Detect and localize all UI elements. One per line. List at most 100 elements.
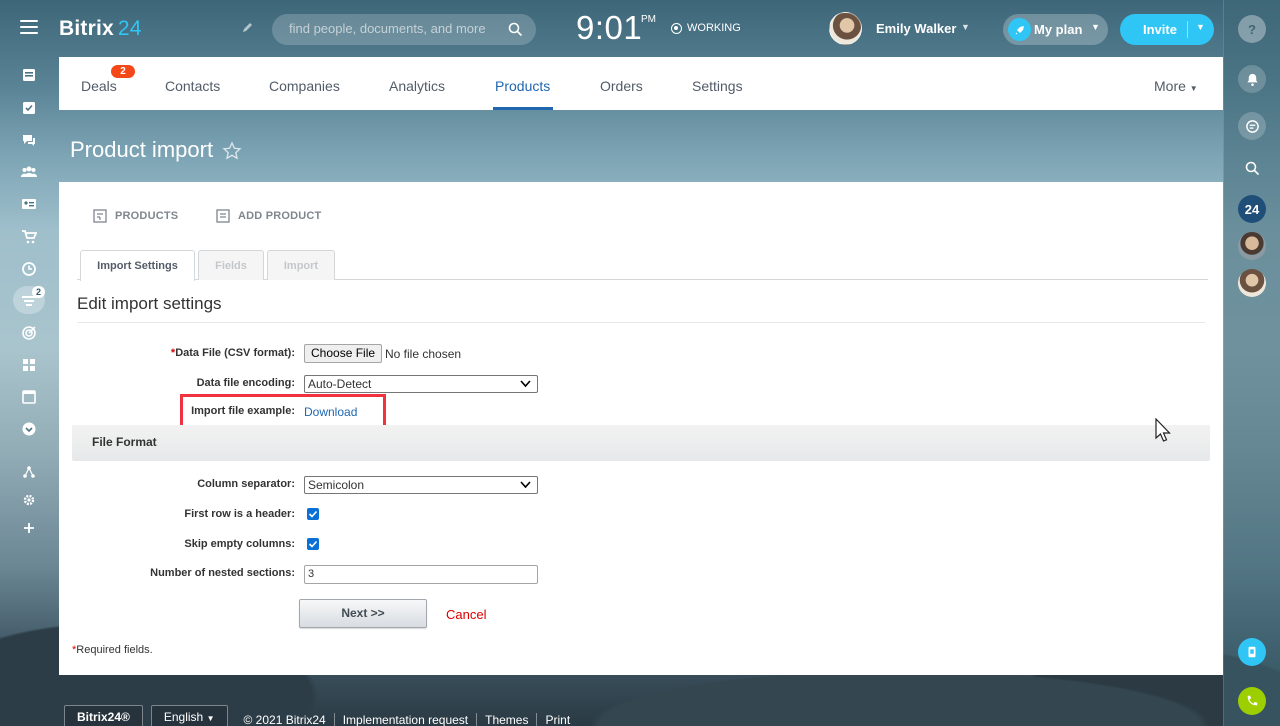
encoding-label: Data file encoding: — [196, 377, 295, 389]
products-link[interactable]: PRODUCTS — [93, 209, 178, 223]
separator-label: Column separator: — [197, 478, 295, 490]
required-note: *Required fields. — [72, 644, 153, 656]
contact-avatar[interactable] — [1238, 269, 1266, 297]
tab-deals[interactable]: Deals — [81, 78, 117, 94]
menu-icon[interactable] — [20, 20, 38, 36]
header-row-label: First row is a header: — [184, 508, 295, 520]
chevron-down-icon: ▼ — [1189, 84, 1198, 93]
right-sidebar: ? 24 — [1223, 0, 1280, 726]
active-tab-underline — [493, 107, 553, 110]
footer-link-implementation[interactable]: Implementation request — [335, 713, 478, 726]
tab-import[interactable]: Import — [267, 250, 335, 280]
page-title: Product import — [70, 137, 214, 162]
plus-icon[interactable] — [20, 519, 38, 537]
chevron-down-circle-icon[interactable] — [20, 420, 38, 438]
tab-contacts[interactable]: Contacts — [165, 78, 220, 94]
tasks-icon[interactable] — [20, 99, 38, 117]
nested-sections-label: Number of nested sections: — [150, 567, 295, 579]
search-box[interactable] — [272, 14, 536, 45]
search-icon[interactable] — [1238, 154, 1266, 182]
language-select[interactable]: English ▼ — [150, 705, 228, 726]
next-button[interactable]: Next >> — [299, 599, 427, 628]
help-icon[interactable]: ? — [1238, 15, 1266, 43]
chevron-down-icon[interactable]: ▼ — [1196, 22, 1205, 32]
user-name[interactable]: Emily Walker — [876, 21, 956, 36]
contact-card-icon[interactable] — [20, 195, 38, 213]
sitemap-icon[interactable] — [20, 463, 38, 481]
tab-analytics[interactable]: Analytics — [389, 78, 445, 94]
checkmark-icon — [308, 510, 318, 518]
bell-icon[interactable] — [1238, 65, 1266, 93]
chat-icon[interactable] — [20, 131, 38, 149]
tab-settings[interactable]: Settings — [692, 78, 743, 94]
window-icon[interactable] — [20, 388, 38, 406]
bitrix24-chat-icon[interactable]: 24 — [1238, 195, 1266, 223]
chevron-down-icon: ▼ — [206, 714, 215, 723]
gear-icon[interactable] — [20, 491, 38, 509]
products-list-icon — [93, 209, 107, 223]
employees-icon[interactable] — [20, 163, 38, 181]
clock-icon[interactable] — [20, 260, 38, 278]
invite-button[interactable]: Invite ▼ — [1120, 14, 1214, 45]
target-icon[interactable] — [20, 324, 38, 342]
bitrix24-logo[interactable]: Bitrix 24 — [59, 17, 142, 41]
cart-icon[interactable] — [20, 228, 38, 246]
sidebar-badge: 2 — [32, 286, 46, 298]
record-icon — [671, 22, 682, 34]
no-file-text: No file chosen — [385, 347, 462, 361]
choose-file-button[interactable]: Choose File — [304, 344, 383, 363]
contact-avatar[interactable] — [1238, 232, 1266, 260]
chevron-down-icon[interactable]: ▼ — [961, 22, 970, 32]
apps-grid-icon[interactable] — [20, 356, 38, 374]
annotation-highlight-box — [180, 394, 386, 428]
nested-sections-input[interactable]: 3 — [304, 565, 538, 584]
footer-logo[interactable]: Bitrix24® — [64, 705, 143, 726]
search-icon[interactable] — [508, 22, 523, 37]
tab-companies[interactable]: Companies — [269, 78, 340, 94]
rocket-icon — [1008, 18, 1031, 41]
star-icon[interactable] — [222, 141, 242, 161]
import-form-panel: PRODUCTS ADD PRODUCT Import Settings Fie… — [59, 182, 1223, 675]
file-format-header: File Format — [72, 425, 1210, 461]
chevron-down-icon — [520, 380, 531, 388]
work-status[interactable]: WORKING — [671, 22, 741, 34]
footer-copyright: © 2021 Bitrix24 — [236, 713, 335, 726]
add-product-link[interactable]: ADD PRODUCT — [216, 209, 321, 223]
left-sidebar: 2 — [0, 0, 59, 726]
deals-badge: 2 — [111, 65, 135, 78]
messenger-icon[interactable] — [1238, 112, 1266, 140]
clock-ampm: PM — [641, 14, 656, 25]
data-file-label: *Data File (CSV format): — [170, 347, 295, 359]
skip-empty-label: Skip empty columns: — [184, 538, 295, 550]
my-plan-button[interactable]: My plan ▼ — [1003, 14, 1108, 45]
mouse-cursor-icon — [1155, 418, 1171, 442]
import-steps-tabs: Import Settings Fields Import — [77, 250, 1208, 281]
tab-import-settings[interactable]: Import Settings — [80, 250, 195, 281]
divider — [77, 322, 1205, 323]
tab-orders[interactable]: Orders — [600, 78, 643, 94]
document-icon — [216, 209, 230, 223]
more-menu[interactable]: More ▼ — [1154, 78, 1198, 94]
checkmark-icon — [308, 540, 318, 548]
phone-transfer-icon[interactable] — [1238, 638, 1266, 666]
tab-fields[interactable]: Fields — [198, 250, 264, 280]
cancel-link[interactable]: Cancel — [446, 607, 486, 622]
pencil-icon[interactable] — [241, 22, 253, 34]
section-title: Edit import settings — [77, 294, 222, 313]
header-row-checkbox[interactable] — [307, 508, 319, 520]
user-avatar[interactable] — [829, 12, 862, 45]
footer-link-print[interactable]: Print — [537, 713, 578, 726]
crm-top-nav: Deals 2 Contacts Companies Analytics Pro… — [59, 57, 1223, 110]
chevron-down-icon: ▼ — [1091, 22, 1100, 32]
chevron-down-icon — [520, 481, 531, 489]
search-input[interactable] — [289, 21, 499, 36]
phone-icon[interactable] — [1238, 687, 1266, 715]
clock-time[interactable]: 9:01 — [576, 9, 642, 47]
separator-select[interactable]: Semicolon — [304, 476, 538, 494]
footer: Bitrix24® English ▼ © 2021 Bitrix24 Impl… — [64, 705, 578, 726]
encoding-select[interactable]: Auto-Detect — [304, 375, 538, 393]
feed-icon[interactable] — [20, 66, 38, 84]
footer-link-themes[interactable]: Themes — [477, 713, 538, 726]
skip-empty-checkbox[interactable] — [307, 538, 319, 550]
tab-products[interactable]: Products — [495, 78, 550, 94]
